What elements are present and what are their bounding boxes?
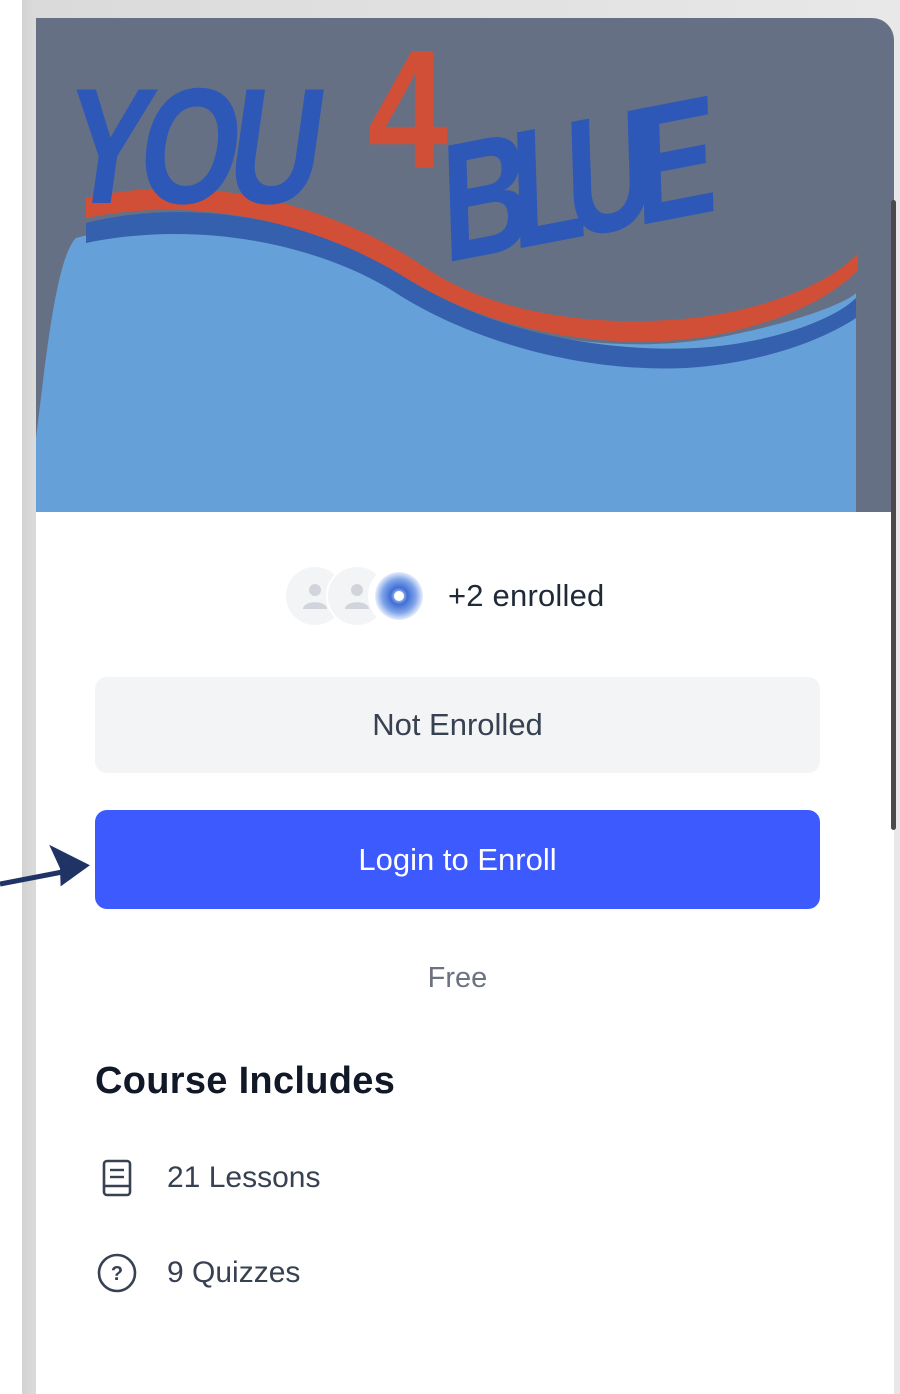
question-circle-icon: ? (95, 1251, 139, 1295)
svg-text:?: ? (111, 1263, 123, 1285)
avatar (368, 565, 430, 627)
enrollment-status-badge: Not Enrolled (95, 677, 820, 773)
book-icon (95, 1156, 139, 1200)
course-price: Free (427, 962, 488, 994)
logo-text-number: 4 (368, 18, 448, 205)
you4blue-logo: YOU 4 BLUE (36, 18, 894, 512)
logo-text-you: YOU (53, 53, 336, 238)
enrolled-count: +2 enrolled (448, 578, 605, 613)
login-to-enroll-button[interactable]: Login to Enroll (95, 810, 820, 909)
svg-text:4: 4 (368, 18, 448, 205)
quizzes-count: 9 Quizzes (167, 1256, 301, 1289)
list-item: ? 9 Quizzes (95, 1251, 300, 1295)
list-item: 21 Lessons (95, 1156, 320, 1200)
lessons-count: 21 Lessons (167, 1161, 321, 1194)
svg-text:YOU: YOU (53, 53, 336, 238)
scrollbar-thumb[interactable] (891, 200, 896, 830)
enrolled-users-row: +2 enrolled (284, 565, 605, 627)
arrow-pointer-icon (0, 844, 90, 887)
blue-avatar-icon (375, 572, 423, 620)
course-includes-title: Course Includes (95, 1060, 396, 1102)
course-banner-image: YOU 4 BLUE (36, 18, 894, 512)
